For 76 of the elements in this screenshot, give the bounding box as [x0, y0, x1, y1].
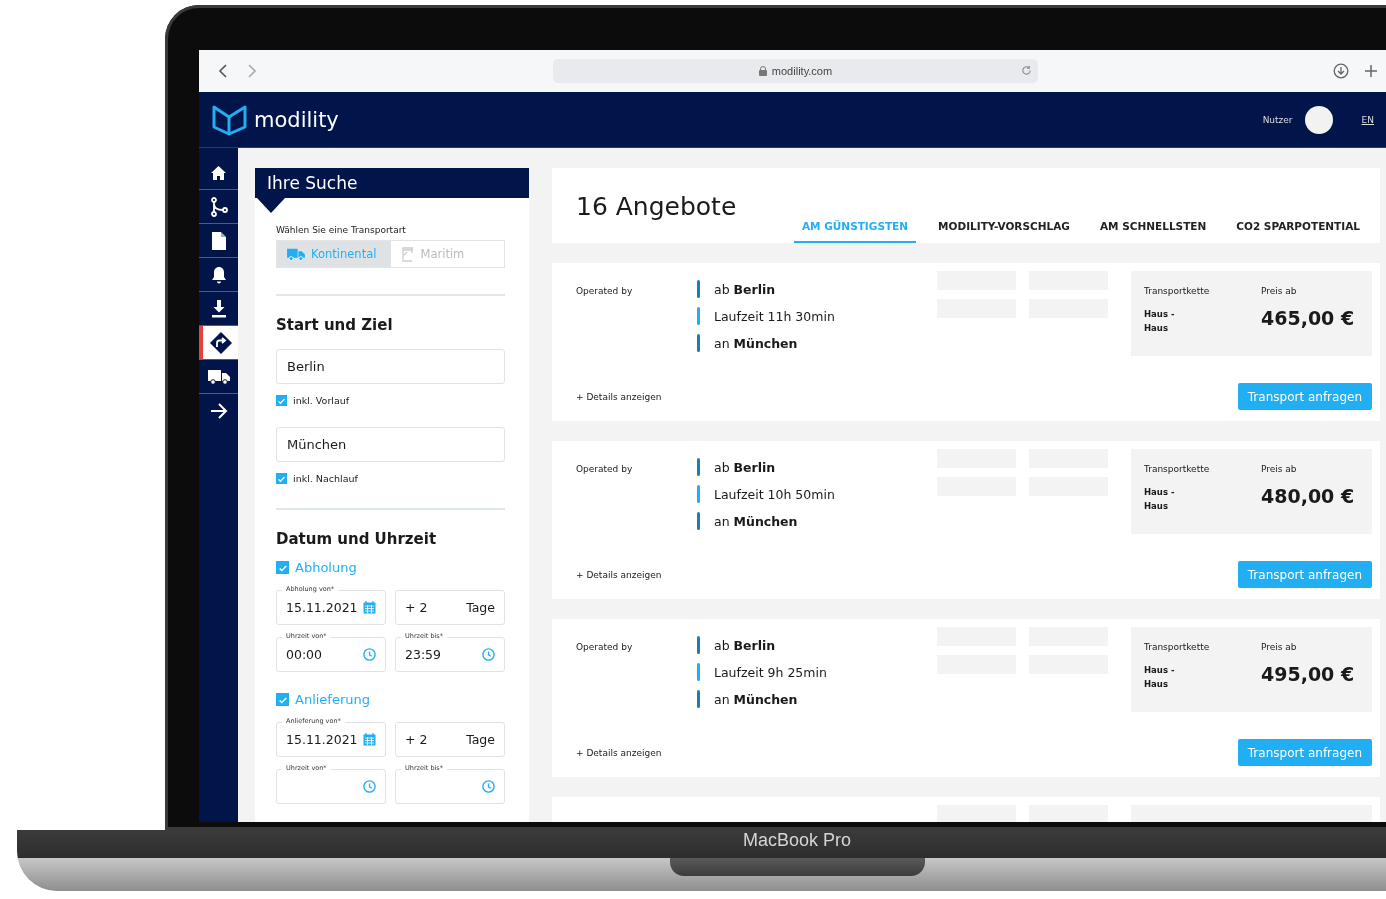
chain-value: Haus - Haus: [1144, 308, 1176, 335]
section-heading: Datum und Uhrzeit: [276, 530, 438, 548]
calendar-icon[interactable]: [363, 733, 376, 746]
home-icon: [210, 164, 227, 181]
price-label: Preis ab: [1261, 464, 1298, 474]
plus-icon[interactable]: [1364, 64, 1378, 78]
route-duration: Laufzeit 10h 50min: [714, 486, 835, 502]
clock-icon[interactable]: [482, 780, 495, 793]
route-destination: an München: [714, 513, 798, 529]
chain-label: Transportkette: [1144, 286, 1211, 296]
bell-icon: [210, 265, 227, 284]
route-origin: ab Berlin: [714, 281, 776, 297]
operator-label: Operated by: [576, 285, 634, 298]
chain-label: Transportkette: [1144, 642, 1211, 652]
section-heading: Start und Ziel: [276, 316, 394, 334]
checkbox-label: inkl. Vorlauf: [293, 395, 350, 406]
chain-value: Haus - Haus: [1144, 486, 1176, 513]
route-origin: ab Berlin: [714, 459, 776, 475]
checkbox-label: Abholung: [295, 560, 357, 575]
branch-icon: [209, 196, 228, 217]
price: 495,00 €: [1261, 663, 1355, 685]
clock-icon[interactable]: [363, 780, 376, 793]
details-link[interactable]: + Details anzeigen: [576, 569, 662, 580]
nav-item[interactable]: [199, 326, 238, 360]
header-pointer: [257, 198, 285, 213]
price-label: Preis ab: [1261, 642, 1298, 652]
checkbox-label: Anlieferung: [295, 692, 370, 707]
price: 465,00 €: [1261, 307, 1355, 329]
checkbox[interactable]: [276, 561, 289, 574]
checkbox[interactable]: [276, 395, 287, 406]
calendar-icon[interactable]: [363, 601, 376, 614]
operator-label: Operated by: [576, 463, 634, 476]
reload-icon[interactable]: [1021, 65, 1032, 76]
route-duration: Laufzeit 11h 30min: [714, 308, 835, 324]
truck-icon: [207, 368, 230, 385]
logo-text: modility: [254, 107, 339, 132]
address-bar[interactable]: modility.com: [553, 59, 1038, 83]
user-avatar[interactable]: [1304, 105, 1333, 134]
route-destination: an München: [714, 335, 798, 351]
forward-icon[interactable]: [246, 64, 258, 78]
clock-icon[interactable]: [363, 648, 376, 661]
transport-label: Wählen Sie eine Transportart: [276, 225, 407, 235]
route-icon: [209, 331, 232, 354]
checkbox-label: inkl. Nachlauf: [293, 473, 358, 484]
sort-tab[interactable]: AM SCHNELLSTEN: [1091, 220, 1215, 243]
input-field[interactable]: Berlin: [276, 349, 505, 384]
route-duration: Laufzeit 9h 25min: [714, 664, 827, 680]
download-icon[interactable]: [1333, 63, 1349, 79]
user-name: Nutzer: [1262, 114, 1293, 125]
price: 480,00 €: [1261, 485, 1355, 507]
price-label: Preis ab: [1261, 286, 1298, 296]
language-link[interactable]: EN: [1361, 114, 1374, 125]
crane-icon: [400, 246, 415, 262]
clock-icon[interactable]: [482, 648, 495, 661]
panel-header: Ihre Suche: [255, 168, 529, 198]
details-link[interactable]: + Details anzeigen: [576, 391, 662, 402]
logo-icon: [212, 103, 247, 136]
chain-value: Haus - Haus: [1144, 664, 1176, 691]
lock-icon: [758, 66, 767, 76]
document-icon: [211, 231, 226, 250]
laptop-label: MacBook Pro: [742, 830, 851, 852]
sort-tab[interactable]: CO2 SPARPOTENTIAL: [1228, 220, 1368, 243]
truck-icon: [287, 247, 305, 261]
operator-label: Operated by: [576, 641, 634, 654]
results-title: 16 Angebote: [576, 191, 738, 221]
details-link[interactable]: + Details anzeigen: [576, 747, 662, 758]
sort-tab[interactable]: MODILITY-VORSCHLAG: [930, 220, 1078, 243]
route-destination: an München: [714, 691, 798, 707]
route-origin: ab Berlin: [714, 637, 776, 653]
download-icon: [210, 299, 227, 318]
arrow-right-icon: [209, 403, 228, 419]
checkbox[interactable]: [276, 693, 289, 706]
back-icon[interactable]: [217, 64, 229, 78]
checkbox[interactable]: [276, 473, 287, 484]
chain-label: Transportkette: [1144, 464, 1211, 474]
input-field[interactable]: München: [276, 427, 505, 462]
